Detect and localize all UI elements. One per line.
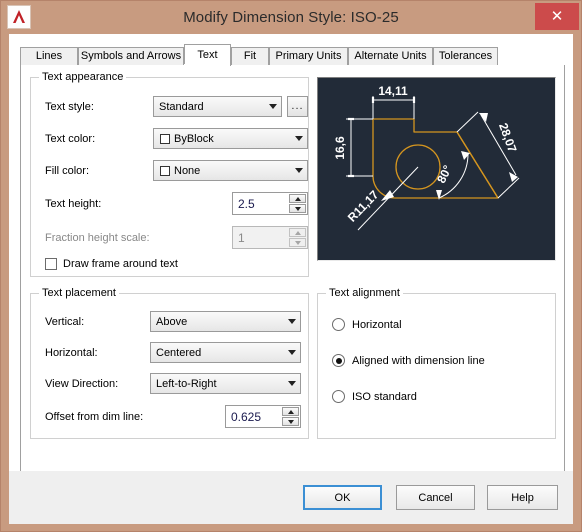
chevron-down-icon [290,161,307,180]
spin-up-icon [289,228,306,237]
text-color-label: Text color: [45,133,96,145]
tab-symbols-and-arrows[interactable]: Symbols and Arrows [78,47,184,65]
chevron-down-icon [290,129,307,148]
tab-tolerances[interactable]: Tolerances [433,47,498,65]
vertical-label: Vertical: [45,316,85,328]
text-color-swatch [160,133,170,144]
dimension-style-preview: 14,11 16,6 R11,17 80° 28,07 [317,77,556,261]
radio-aligned-with-dimension-line-label: Aligned with dimension line [352,354,485,367]
text-height-value: 2.5 [238,196,255,211]
draw-frame-around-text-checkbox[interactable]: Draw frame around text [45,258,178,270]
cancel-button[interactable]: Cancel [396,485,475,510]
ok-button[interactable]: OK [303,485,382,510]
offset-from-dim-line-stepper[interactable]: 0.625 [225,405,301,428]
fill-color-combo[interactable]: None [153,160,308,181]
chevron-down-icon [264,97,281,116]
radio-horizontal[interactable]: Horizontal [332,318,402,331]
horizontal-value: Centered [156,346,202,359]
text-placement-title: Text placement [39,287,119,299]
preview-dim-hole-radius: R11,17 [345,187,382,224]
close-icon[interactable]: ✕ [535,3,579,30]
tab-content-text: Text appearance Text style: Standard ...… [20,65,565,482]
offset-from-dim-line-label: Offset from dim line: [45,411,144,423]
spin-down-icon[interactable] [282,417,299,426]
help-button[interactable]: Help [487,485,558,510]
spin-up-icon[interactable] [289,194,306,203]
text-appearance-title: Text appearance [39,71,127,83]
spin-down-icon[interactable] [289,204,306,213]
autocad-logo-icon [7,5,31,29]
text-style-combo[interactable]: Standard [153,96,282,117]
modify-dimension-style-dialog: Modify Dimension Style: ISO-25 ✕ Lines S… [0,0,582,532]
vertical-value: Above [156,315,188,328]
title-bar: Modify Dimension Style: ISO-25 ✕ [1,1,581,34]
offset-spin-buttons [281,406,300,427]
text-style-value: Standard [159,100,204,113]
fraction-height-scale-label: Fraction height scale: [45,232,150,244]
fill-color-label: Fill color: [45,165,90,177]
tab-primary-units[interactable]: Primary Units [269,47,348,65]
view-direction-label: View Direction: [45,378,119,390]
radio-aligned-with-dimension-line[interactable]: Aligned with dimension line [332,354,485,367]
checkbox-icon [45,258,57,270]
draw-frame-around-text-label: Draw frame around text [63,258,178,270]
spin-down-icon [289,238,306,247]
tab-alternate-units[interactable]: Alternate Units [348,47,433,65]
text-color-combo[interactable]: ByBlock [153,128,308,149]
text-placement-group: Text placement Vertical: Above Horizonta… [30,287,309,439]
fraction-height-scale-value: 1 [238,230,245,245]
tab-text[interactable]: Text [184,44,231,66]
tab-lines[interactable]: Lines [20,47,78,65]
preview-dim-diagonal-length: 28,07 [496,121,520,154]
horizontal-combo[interactable]: Centered [150,342,301,363]
preview-dim-left-height: 16,6 [333,136,347,160]
view-direction-combo[interactable]: Left-to-Right [150,373,301,394]
radio-horizontal-label: Horizontal [352,318,402,331]
text-alignment-title: Text alignment [326,287,403,299]
vertical-combo[interactable]: Above [150,311,301,332]
tab-bar: Lines Symbols and Arrows Text Fit Primar… [20,44,565,66]
radio-icon [332,390,345,403]
radio-iso-standard[interactable]: ISO standard [332,390,417,403]
text-color-value: ByBlock [174,132,214,145]
chevron-down-icon [283,312,300,331]
text-height-spin-buttons [288,193,307,214]
offset-from-dim-line-value: 0.625 [231,409,262,424]
fraction-height-scale-stepper: 1 [232,226,308,249]
text-height-stepper[interactable]: 2.5 [232,192,308,215]
radio-iso-standard-label: ISO standard [352,390,417,403]
fraction-height-spin-buttons [288,227,307,248]
fill-color-swatch [160,165,170,176]
preview-dim-angle: 80° [434,163,455,186]
preview-dim-top-width: 14,11 [378,84,408,98]
fill-color-value: None [174,164,201,177]
text-style-browse-button[interactable]: ... [287,96,308,117]
text-style-label: Text style: [45,101,94,113]
text-height-label: Text height: [45,198,102,210]
spin-up-icon[interactable] [282,407,299,416]
dialog-button-bar: OK Cancel Help [9,471,573,524]
chevron-down-icon [283,343,300,362]
text-alignment-group: Text alignment Horizontal Aligned with d… [317,287,556,439]
chevron-down-icon [283,374,300,393]
text-appearance-group: Text appearance Text style: Standard ...… [30,71,309,277]
dialog-client-area: Lines Symbols and Arrows Text Fit Primar… [9,34,573,492]
view-direction-value: Left-to-Right [156,377,217,390]
horizontal-label: Horizontal: [45,347,98,359]
radio-icon-selected [332,354,345,367]
radio-icon [332,318,345,331]
tab-fit[interactable]: Fit [231,47,269,65]
window-title: Modify Dimension Style: ISO-25 [183,9,399,26]
